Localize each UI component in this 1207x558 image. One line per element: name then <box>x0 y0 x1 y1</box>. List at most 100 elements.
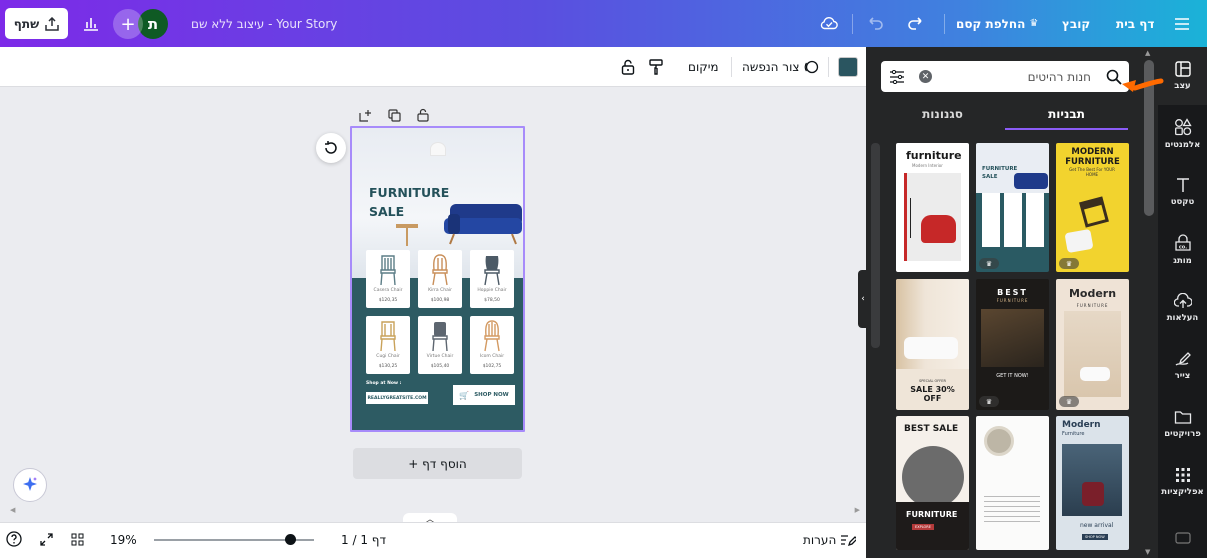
pouf-shape <box>1064 228 1094 254</box>
template-photo <box>902 446 964 508</box>
rotate-icon[interactable] <box>316 133 346 163</box>
document-title[interactable]: עיצוב ללא שם - Your Story <box>191 0 337 47</box>
magic-switch-button[interactable]: החלפת קסם ♛ <box>956 0 1038 47</box>
top-bar: דף בית קובץ החלפת קסם ♛ עיצוב ללא שם - Y… <box>0 0 1207 47</box>
rail-item-elements[interactable]: אלמנטים <box>1158 105 1207 163</box>
animate-label: צור הנפשה <box>742 60 800 74</box>
cloud-saved-icon[interactable] <box>818 12 840 34</box>
share-button[interactable]: שתף <box>5 8 68 39</box>
grid-view-icon[interactable] <box>68 530 86 548</box>
rail-label: טקסט <box>1170 197 1195 207</box>
home-link[interactable]: דף בית <box>1116 0 1154 47</box>
rail-item-uploads[interactable]: העלאות <box>1158 279 1207 337</box>
tpl-new-arrival: new arrival <box>1080 522 1114 529</box>
folder-icon <box>1174 411 1191 424</box>
template-thumbnail[interactable]: BEST FURNITURE GET IT NOW! ♛ <box>976 279 1049 410</box>
undo-icon[interactable] <box>865 12 887 34</box>
search-bar: ✕ <box>881 61 1129 92</box>
brand-icon: co. <box>1174 234 1191 251</box>
template-subtitle: FURNITURE <box>1076 303 1109 308</box>
notes-icon <box>841 535 857 547</box>
share-label: שתף <box>13 16 40 31</box>
rail-item-text[interactable]: טקסט <box>1158 163 1207 221</box>
template-thumbnail[interactable]: BEST SALE FURNITURE EXPLORE <box>896 416 969 550</box>
template-thumbnail[interactable] <box>976 416 1049 550</box>
duplicate-page-icon[interactable] <box>386 107 402 123</box>
filter-icon[interactable] <box>887 67 907 87</box>
rail-label: צייר <box>1174 371 1191 381</box>
template-subtitle: FURNITURE <box>996 298 1029 303</box>
add-page-button[interactable]: + הוסף דף <box>353 448 522 479</box>
fullscreen-icon[interactable] <box>37 530 55 548</box>
analytics-icon[interactable] <box>78 10 104 36</box>
divider <box>731 57 732 77</box>
search-input[interactable] <box>933 61 1091 92</box>
add-collaborator-button[interactable]: + <box>113 9 143 39</box>
tab-templates[interactable]: תבניות <box>1005 98 1128 130</box>
divider <box>852 14 853 34</box>
premium-crown-icon: ♛ <box>979 258 999 269</box>
menu-icon[interactable] <box>1170 12 1194 36</box>
upload-icon <box>1173 293 1192 308</box>
magic-switch-label: החלפת קסם <box>956 16 1026 31</box>
lamp-shape <box>910 198 916 238</box>
svg-text:co.: co. <box>1178 245 1186 251</box>
rail-label: אלמנטים <box>1164 140 1201 150</box>
bottom-bar: הערות דף 1 / 1 19% <box>0 522 866 558</box>
lock-icon[interactable] <box>617 56 639 78</box>
armchair-shape <box>921 215 956 243</box>
rail-item-brand[interactable]: co. מותג <box>1158 221 1207 279</box>
tpl-get-it-now: GET IT NOW! <box>996 373 1029 379</box>
panel-left-scrollbar[interactable] <box>871 143 880 348</box>
notes-label: הערות <box>803 533 837 547</box>
pillow-shape <box>1080 367 1110 381</box>
redo-icon[interactable] <box>904 12 926 34</box>
add-note-icon[interactable] <box>357 107 373 123</box>
tab-styles[interactable]: סגנונות <box>881 98 1004 130</box>
zoom-level[interactable]: 19% <box>110 523 137 557</box>
page-indicator[interactable]: דף 1 / 1 <box>341 523 386 557</box>
template-thumbnail[interactable]: furniture Modern Interior <box>896 143 969 272</box>
lock-page-icon[interactable] <box>415 107 431 123</box>
file-menu[interactable]: קובץ <box>1062 0 1090 47</box>
premium-crown-icon: ♛ <box>1059 396 1079 407</box>
template-subtitle: Get The Best For YOUR HOME <box>1069 167 1115 177</box>
text-lines <box>984 496 1040 522</box>
clear-search-icon[interactable]: ✕ <box>919 70 932 83</box>
position-button[interactable]: מיקום <box>688 47 719 87</box>
template-title: SALE 30% OFF <box>910 385 955 403</box>
animate-button[interactable]: צור הנפשה <box>742 47 819 87</box>
template-title: MODERN FURNITURE <box>1065 147 1120 167</box>
template-thumbnail[interactable]: MODERN FURNITURE Get The Best For YOUR H… <box>1056 143 1129 272</box>
tpl-explore: EXPLORE <box>912 524 934 530</box>
template-photo <box>981 309 1044 367</box>
rail-item-projects[interactable]: פרויקטים <box>1158 395 1207 453</box>
template-title: FURNITURE SALE <box>982 166 1018 180</box>
rail-item-draw[interactable]: צייר <box>1158 337 1207 395</box>
text-icon <box>1176 178 1189 192</box>
rail-item-more[interactable] <box>1158 523 1207 553</box>
crown-icon: ♛ <box>1029 18 1039 29</box>
paint-roller-icon[interactable] <box>645 56 667 78</box>
template-thumbnail[interactable]: FURNITURE SALE ♛ <box>976 143 1049 272</box>
template-title: BEST <box>997 288 1028 297</box>
rail-item-apps[interactable]: אפליקציות <box>1158 453 1207 511</box>
animate-icon <box>805 60 819 74</box>
magic-assistant-button[interactable] <box>13 468 47 502</box>
template-subtitle: Modern Interior <box>912 163 943 168</box>
template-photo <box>1064 311 1121 397</box>
template-thumbnail[interactable]: Modern Furniture new arrival SHOP NOW <box>1056 416 1129 550</box>
template-title: Modern <box>1062 420 1101 430</box>
premium-crown-icon: ♛ <box>979 396 999 407</box>
color-swatch[interactable] <box>838 57 858 77</box>
template-thumbnail[interactable]: Modern FURNITURE ♛ <box>1056 279 1129 410</box>
template-title: furniture <box>906 149 962 162</box>
sofa-shape <box>904 337 958 359</box>
notes-button[interactable]: הערות <box>803 523 857 557</box>
sparkle-icon <box>23 477 37 491</box>
zoom-slider-thumb[interactable] <box>285 534 296 545</box>
rail-label: העלאות <box>1166 313 1199 323</box>
template-thumbnail[interactable]: SPECIAL OFFER SALE 30% OFF <box>896 279 969 410</box>
help-icon[interactable] <box>4 529 24 549</box>
collapse-panel-handle[interactable]: ‹ <box>858 270 868 328</box>
